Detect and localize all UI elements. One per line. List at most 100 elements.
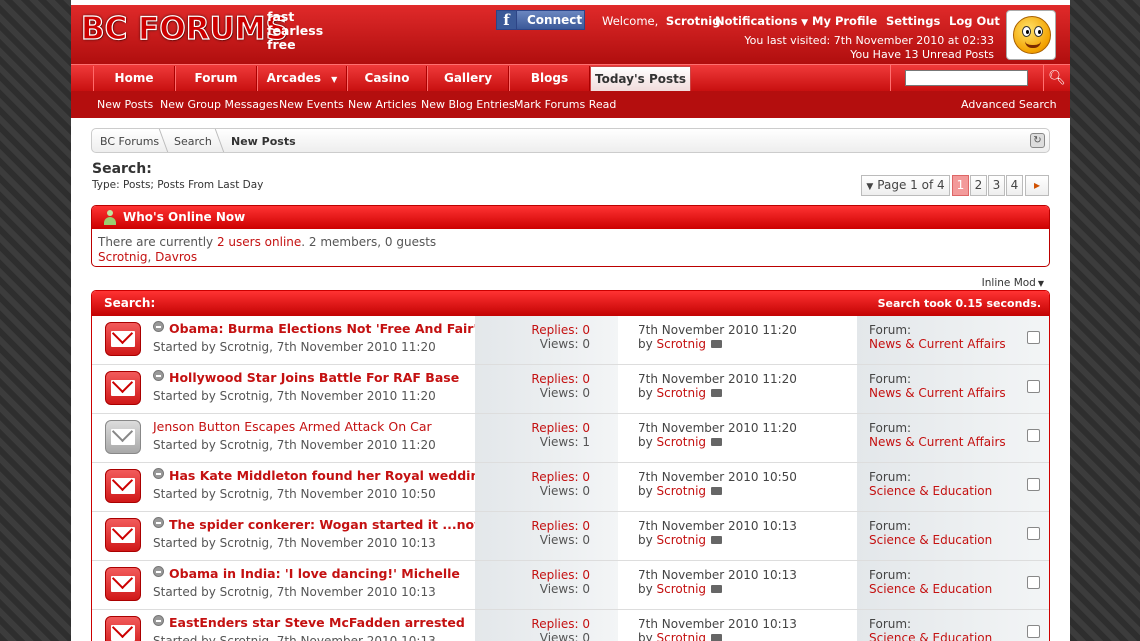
thread-stats: Replies: 0 Views: 0	[531, 470, 590, 498]
thread-title-link[interactable]: Has Kate Middleton found her Royal weddi…	[169, 468, 488, 483]
last-poster-link[interactable]: Scrotnig	[657, 386, 707, 400]
logout-link[interactable]: Log Out	[949, 14, 1000, 28]
go-to-last-post-icon[interactable]	[711, 634, 723, 641]
tab-gallery[interactable]: Gallery	[427, 66, 509, 92]
refresh-icon[interactable]: ↻	[1030, 133, 1045, 148]
tab-blogs[interactable]: Blogs	[509, 66, 590, 92]
last-post-date: 7th November 2010 11:20	[638, 372, 797, 386]
forum-link[interactable]: News & Current Affairs	[869, 337, 1006, 351]
subnav-new-events[interactable]: New Events	[279, 98, 344, 111]
subnav-new-blog-entries[interactable]: New Blog Entries	[421, 98, 515, 111]
envelope-icon[interactable]	[105, 322, 141, 356]
go-to-last-post-icon[interactable]	[711, 585, 723, 593]
replies-link[interactable]: Replies: 0	[531, 323, 590, 337]
forum-link[interactable]: News & Current Affairs	[869, 386, 1006, 400]
subnav-new-articles[interactable]: New Articles	[348, 98, 417, 111]
breadcrumb-home[interactable]: BC Forums	[100, 135, 159, 148]
thread-status-icon[interactable]	[153, 370, 164, 381]
username-link[interactable]: Scrotnig	[666, 14, 721, 28]
page-2-button[interactable]: 2	[970, 175, 987, 196]
select-checkbox[interactable]	[1027, 331, 1040, 344]
go-to-last-post-icon[interactable]	[711, 438, 723, 446]
thread-title-link[interactable]: Hollywood Star Joins Battle For RAF Base	[169, 370, 459, 385]
last-post-cell: 7th November 2010 10:50 by Scrotnig	[618, 463, 857, 511]
last-poster-link[interactable]: Scrotnig	[657, 631, 707, 641]
select-checkbox[interactable]	[1027, 576, 1040, 589]
envelope-icon[interactable]	[105, 567, 141, 601]
thread-status-icon[interactable]	[153, 468, 164, 479]
thread-status-icon[interactable]	[153, 517, 164, 528]
thread-status-icon[interactable]	[153, 321, 164, 332]
my-profile-link[interactable]: My Profile	[812, 14, 877, 28]
last-poster-link[interactable]: Scrotnig	[657, 533, 707, 547]
select-checkbox[interactable]	[1027, 429, 1040, 442]
site-logo[interactable]: BC FORUMS	[80, 10, 288, 47]
thread-title-link[interactable]: Obama: Burma Elections Not 'Free And Fai…	[169, 321, 477, 336]
subnav-advanced-search[interactable]: Advanced Search	[961, 98, 1057, 111]
select-checkbox[interactable]	[1027, 625, 1040, 638]
envelope-icon[interactable]	[105, 371, 141, 405]
tab-todays-posts[interactable]: Today's Posts	[590, 66, 691, 92]
notifications-menu[interactable]: Notifications ▼	[715, 14, 808, 28]
select-checkbox[interactable]	[1027, 478, 1040, 491]
forum-link[interactable]: Science & Education	[869, 582, 992, 596]
replies-link[interactable]: Replies: 0	[531, 372, 590, 386]
forum-link[interactable]: Science & Education	[869, 484, 992, 498]
last-poster-link[interactable]: Scrotnig	[657, 582, 707, 596]
thread-status-icon[interactable]	[153, 566, 164, 577]
go-to-last-post-icon[interactable]	[711, 487, 723, 495]
go-to-last-post-icon[interactable]	[711, 340, 723, 348]
last-poster-link[interactable]: Scrotnig	[657, 484, 707, 498]
subnav-new-posts[interactable]: New Posts	[97, 98, 153, 111]
thread-started-by: Started by Scrotnig, 7th November 2010 1…	[153, 536, 436, 550]
online-users-link[interactable]: 2 users online	[217, 235, 301, 249]
replies-link[interactable]: Replies: 0	[531, 568, 590, 582]
forum-link[interactable]: Science & Education	[869, 533, 992, 547]
last-poster-link[interactable]: Scrotnig	[657, 435, 707, 449]
tab-home[interactable]: Home	[93, 66, 175, 92]
search-button[interactable]: 🔍︎	[1043, 65, 1070, 91]
page-3-button[interactable]: 3	[988, 175, 1005, 196]
tab-forum[interactable]: Forum	[175, 66, 257, 92]
replies-link[interactable]: Replies: 0	[531, 470, 590, 484]
tab-casino[interactable]: Casino	[347, 66, 427, 92]
select-checkbox[interactable]	[1027, 380, 1040, 393]
replies-link[interactable]: Replies: 0	[531, 421, 590, 435]
envelope-icon[interactable]	[105, 518, 141, 552]
replies-link[interactable]: Replies: 0	[531, 617, 590, 631]
online-user-link[interactable]: Davros	[155, 250, 197, 264]
thread-title-link[interactable]: Jenson Button Escapes Armed Attack On Ca…	[153, 419, 432, 434]
settings-link[interactable]: Settings	[886, 14, 940, 28]
next-page-button[interactable]: ▸	[1025, 175, 1049, 196]
envelope-icon[interactable]	[105, 420, 141, 454]
replies-link[interactable]: Replies: 0	[531, 519, 590, 533]
select-checkbox[interactable]	[1027, 527, 1040, 540]
forum-link[interactable]: News & Current Affairs	[869, 435, 1006, 449]
thread-status-icon[interactable]	[153, 615, 164, 626]
online-prefix: There are currently	[98, 235, 214, 249]
page-1-button[interactable]: 1	[952, 175, 969, 196]
thread-title-link[interactable]: EastEnders star Steve McFadden arrested	[169, 615, 465, 630]
inline-mod-menu[interactable]: Inline Mod ▼	[982, 277, 1044, 289]
thread-title-link[interactable]: The spider conkerer: Wogan started it ..…	[169, 517, 486, 532]
forum-link[interactable]: Science & Education	[869, 631, 992, 641]
subnav-mark-forums-read[interactable]: Mark Forums Read	[514, 98, 616, 111]
tab-label: Today's Posts	[594, 72, 687, 86]
avatar[interactable]	[1006, 10, 1056, 60]
thread-title-link[interactable]: Obama in India: 'I love dancing!' Michel…	[169, 566, 460, 581]
online-user-link[interactable]: Scrotnig	[98, 250, 148, 264]
envelope-icon[interactable]	[105, 469, 141, 503]
go-to-last-post-icon[interactable]	[711, 536, 723, 544]
facebook-connect-button[interactable]: f Connect	[496, 10, 585, 30]
last-poster-link[interactable]: Scrotnig	[657, 337, 707, 351]
go-to-last-post-icon[interactable]	[711, 389, 723, 397]
thread-cell: Obama in India: 'I love dancing!' Michel…	[92, 561, 475, 609]
tab-arcades[interactable]: Arcades ▼	[257, 66, 347, 92]
envelope-icon[interactable]	[105, 616, 141, 641]
page-4-button[interactable]: 4	[1006, 175, 1023, 196]
subnav-new-group-messages[interactable]: New Group Messages	[160, 98, 278, 111]
search-input[interactable]	[905, 70, 1028, 86]
breadcrumb-search[interactable]: Search	[174, 135, 212, 148]
thread-stats: Replies: 0 Views: 0	[531, 323, 590, 351]
unread-posts-link[interactable]: You Have 13 Unread Posts	[744, 48, 994, 62]
